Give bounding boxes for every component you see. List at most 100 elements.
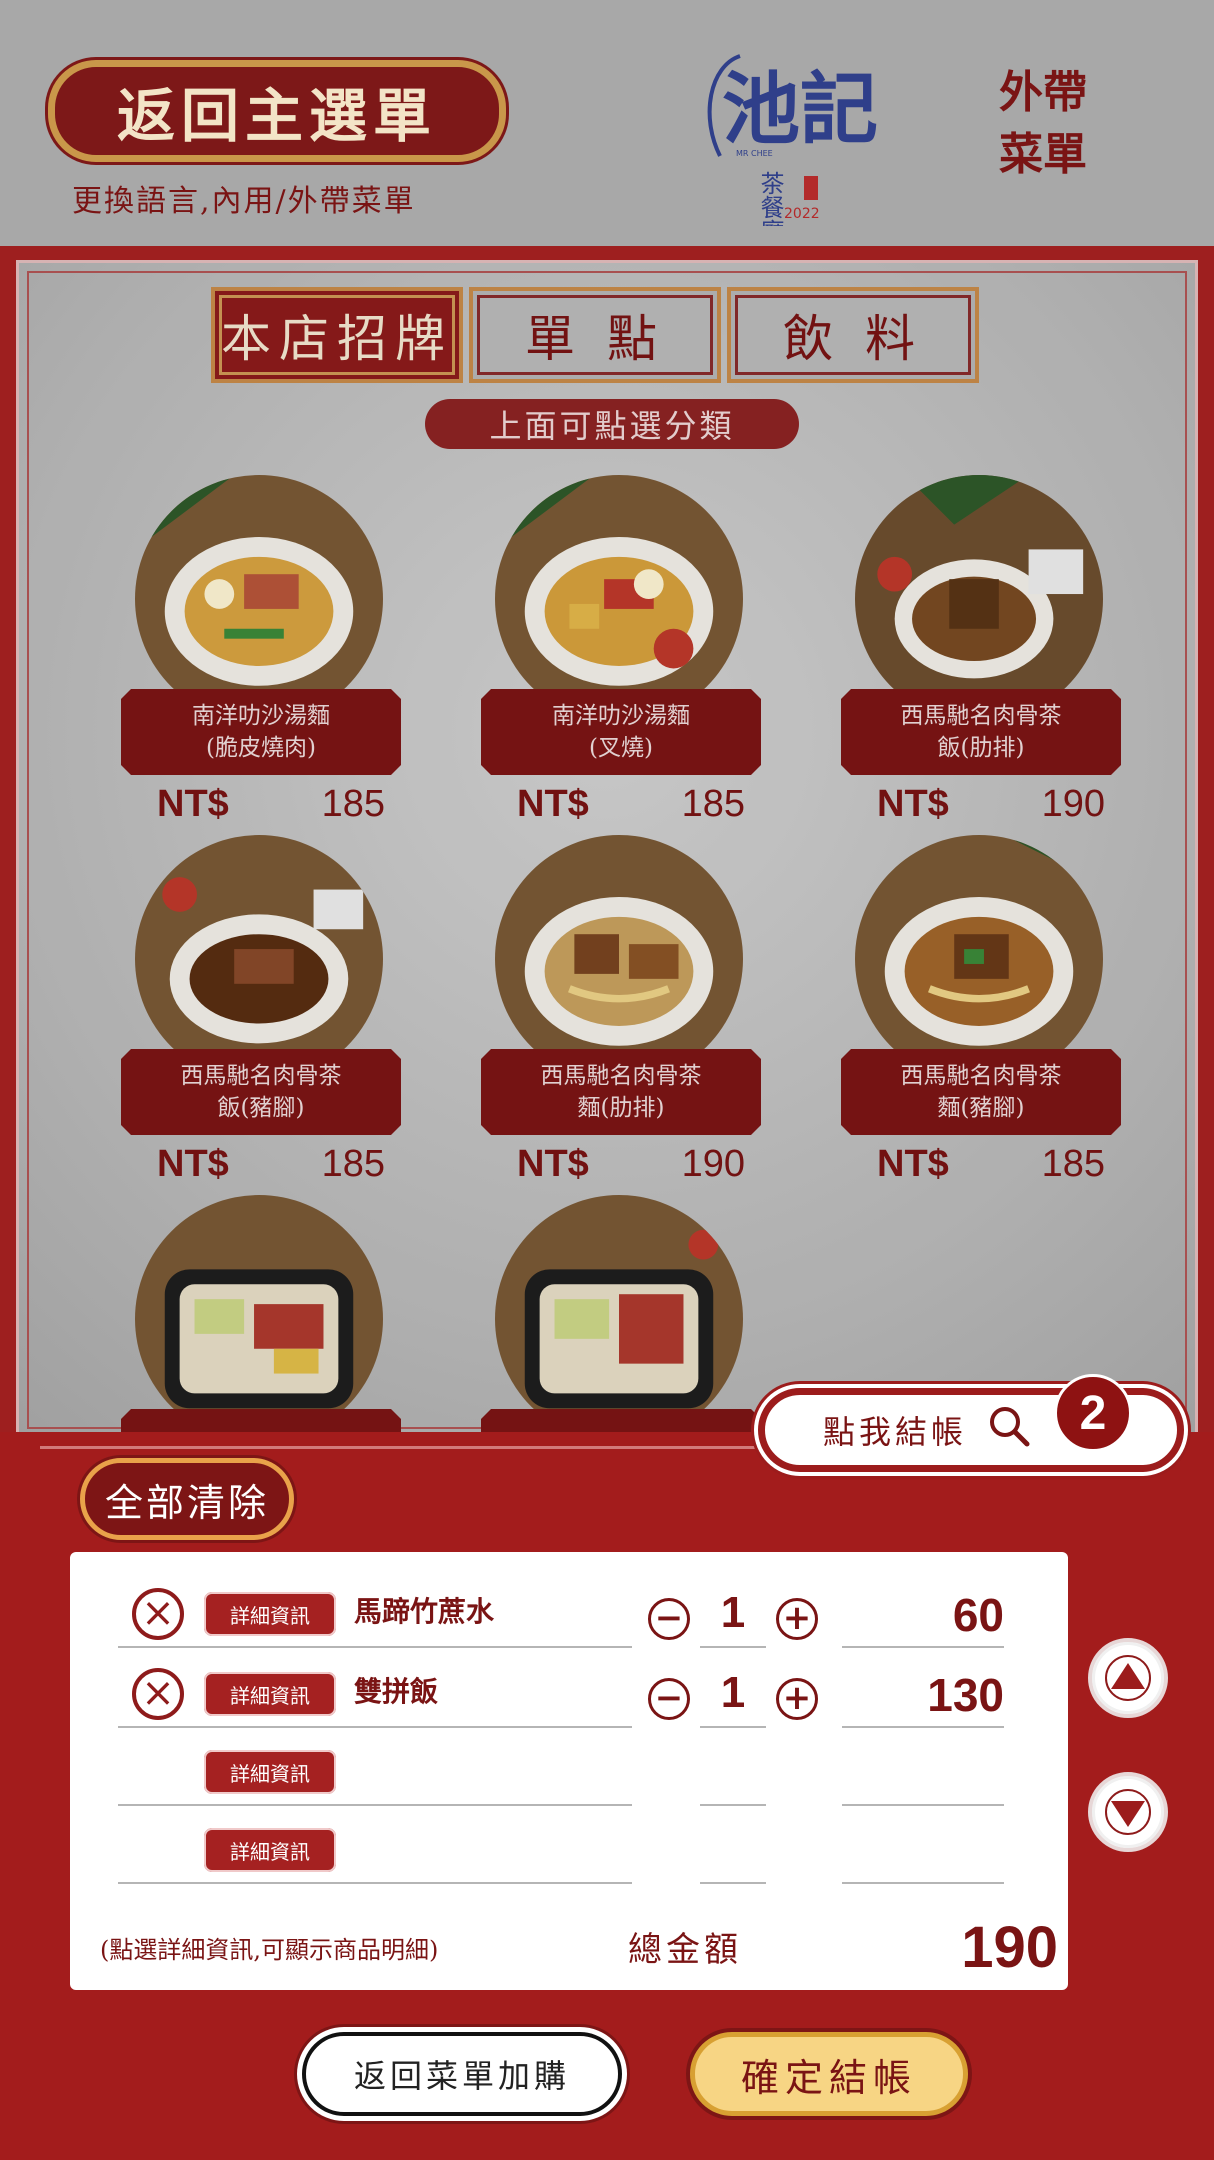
takeout-label-line-1: 外帶 xyxy=(999,67,1087,118)
price-value: 190 xyxy=(681,1143,745,1185)
dish-card[interactable]: 三寶飯 xyxy=(121,1195,411,1437)
price-divider xyxy=(842,1804,1004,1806)
price-currency: NT$ xyxy=(877,783,949,825)
dish-price: NT$ 190 xyxy=(517,1143,745,1186)
dish-card[interactable]: 西馬馳名肉骨茶 飯(肋排) NT$ 190 xyxy=(841,475,1131,835)
dish-photo xyxy=(855,835,1103,1083)
logo-year: 2022 xyxy=(784,206,820,222)
cart-list: × 詳細資訊 馬蹄竹蔗水 − 1 + 60 × 詳細資訊 雙拼飯 − 1 + 1… xyxy=(70,1552,1068,1990)
qty-minus-icon[interactable]: − xyxy=(648,1598,690,1640)
qty-divider xyxy=(700,1882,766,1884)
qty-plus-icon[interactable]: + xyxy=(776,1678,818,1720)
item-name: 雙拼飯 xyxy=(354,1675,439,1708)
checkout-label: 點我結帳 xyxy=(823,1413,968,1451)
detail-button[interactable]: 詳細資訊 xyxy=(204,1672,336,1716)
dish-price: NT$ 185 xyxy=(877,1143,1105,1186)
cart-row: 詳細資訊 xyxy=(70,1814,1068,1888)
price-value: 185 xyxy=(681,783,745,825)
dish-photo xyxy=(495,835,743,1083)
dish-photo xyxy=(495,475,743,723)
category-tabs: 本店招牌 單 點 飲 料 xyxy=(211,287,979,383)
dish-photo xyxy=(135,835,383,1083)
dish-price: NT$ 190 xyxy=(877,783,1105,826)
row-divider xyxy=(118,1646,632,1648)
dish-card[interactable]: 南洋叻沙湯麵 (脆皮燒肉) NT$ 185 xyxy=(121,475,411,835)
price-value: 185 xyxy=(321,1143,385,1185)
qty-value: 1 xyxy=(720,1668,746,1717)
remove-item-icon[interactable]: × xyxy=(132,1588,184,1640)
back-to-main-menu-label: 返回主選單 xyxy=(116,82,437,150)
dish-photo xyxy=(495,1195,743,1437)
qty-divider xyxy=(700,1646,766,1648)
price-value: 185 xyxy=(1041,1143,1105,1185)
menu-panel: 本店招牌 單 點 飲 料 上面可點選分類 南洋叻沙湯麵 (脆皮燒肉) NT$ 1… xyxy=(0,246,1214,1440)
dish-name: 南洋叻沙湯麵 (脆皮燒肉) xyxy=(121,689,401,775)
qty-minus-icon[interactable]: − xyxy=(648,1678,690,1720)
tab-signature[interactable]: 本店招牌 xyxy=(211,287,463,383)
cart-panel: 全部清除 × 詳細資訊 馬蹄竹蔗水 − 1 + 60 × 詳細資訊 雙拼飯 − … xyxy=(0,1432,1214,2160)
price-value: 190 xyxy=(1041,783,1105,825)
back-to-menu-button[interactable]: 返回菜單加購 xyxy=(302,2032,622,2116)
row-divider xyxy=(118,1882,632,1884)
detail-button[interactable]: 詳細資訊 xyxy=(204,1828,336,1872)
dish-photo xyxy=(135,1195,383,1437)
header-bar: 返回主選單 更換語言,內用/外帶菜單 池記 茶餐廳 MR CHEE 2022 外… xyxy=(0,0,1214,246)
dish-card[interactable]: 西馬馳名肉骨茶 麵(豬腳) NT$ 185 xyxy=(841,835,1131,1195)
price-currency: NT$ xyxy=(517,1143,589,1185)
total-label: 總金額 xyxy=(628,1930,742,1970)
takeout-menu-label: 外帶 菜單 xyxy=(968,62,1118,186)
cart-row: × 詳細資訊 馬蹄竹蔗水 − 1 + 60 xyxy=(70,1578,1068,1652)
confirm-checkout-button[interactable]: 確定結帳 xyxy=(690,2032,968,2116)
item-price: 130 xyxy=(927,1669,1004,1721)
price-divider xyxy=(842,1882,1004,1884)
price-divider xyxy=(842,1646,1004,1648)
dish-card[interactable]: 南洋叻沙湯麵 (叉燒) NT$ 185 xyxy=(481,475,771,835)
dish-card[interactable]: 西馬馳名肉骨茶 麵(肋排) NT$ 190 xyxy=(481,835,771,1195)
category-hint: 上面可點選分類 xyxy=(425,399,799,449)
triangle-up-icon xyxy=(1105,1655,1151,1701)
qty-value: 1 xyxy=(720,1588,746,1637)
remove-item-icon[interactable]: × xyxy=(132,1668,184,1720)
logo-char-1: 池記 xyxy=(722,64,878,155)
cart-row: × 詳細資訊 雙拼飯 − 1 + 130 xyxy=(70,1658,1068,1732)
detail-button[interactable]: 詳細資訊 xyxy=(204,1750,336,1794)
dish-name: 西馬馳名肉骨茶 飯(肋排) xyxy=(841,689,1121,775)
scroll-down-button[interactable] xyxy=(1088,1772,1168,1852)
detail-button[interactable]: 詳細資訊 xyxy=(204,1592,336,1636)
dish-name: 西馬馳名肉骨茶 麵(肋排) xyxy=(481,1049,761,1135)
dish-photo xyxy=(135,475,383,723)
price-currency: NT$ xyxy=(157,1143,229,1185)
logo-subtitle: 茶餐廳 xyxy=(756,171,784,226)
dish-price: NT$ 185 xyxy=(157,783,385,826)
dish-name: 南洋叻沙湯麵 (叉燒) xyxy=(481,689,761,775)
price-currency: NT$ xyxy=(517,783,589,825)
item-price: 60 xyxy=(952,1589,1004,1641)
logo-eng: MR CHEE xyxy=(736,149,773,158)
dish-card[interactable]: 雙拼飯 xyxy=(481,1195,771,1437)
cart-note: (點選詳細資訊,可顯示商品明細) xyxy=(100,1936,439,1964)
triangle-down-icon xyxy=(1105,1789,1151,1835)
row-divider xyxy=(118,1726,632,1728)
takeout-label-line-2: 菜單 xyxy=(999,129,1087,180)
qty-plus-icon[interactable]: + xyxy=(776,1598,818,1640)
qty-divider xyxy=(700,1804,766,1806)
item-name: 馬蹄竹蔗水 xyxy=(354,1595,495,1628)
back-to-main-menu-button[interactable]: 返回主選單 xyxy=(48,60,506,162)
tab-a-la-carte[interactable]: 單 點 xyxy=(469,287,721,383)
dish-card[interactable]: 西馬馳名肉骨茶 飯(豬腳) NT$ 185 xyxy=(121,835,411,1195)
clear-all-button[interactable]: 全部清除 xyxy=(80,1458,294,1540)
search-icon xyxy=(987,1404,1031,1456)
dish-price: NT$ 185 xyxy=(517,783,745,826)
scroll-up-button[interactable] xyxy=(1088,1638,1168,1718)
price-currency: NT$ xyxy=(157,783,229,825)
dish-photo xyxy=(855,475,1103,723)
menu-content: 本店招牌 單 點 飲 料 上面可點選分類 南洋叻沙湯麵 (脆皮燒肉) NT$ 1… xyxy=(16,260,1198,1440)
price-value: 185 xyxy=(321,783,385,825)
qty-divider xyxy=(700,1726,766,1728)
dish-name: 西馬馳名肉骨茶 麵(豬腳) xyxy=(841,1049,1121,1135)
total-value: 190 xyxy=(961,1915,1058,1980)
dish-name: 西馬馳名肉骨茶 飯(豬腳) xyxy=(121,1049,401,1135)
back-main-subtitle: 更換語言,內用/外帶菜單 xyxy=(72,184,416,219)
tab-drinks[interactable]: 飲 料 xyxy=(727,287,979,383)
cart-count-badge: 2 xyxy=(1054,1374,1132,1452)
